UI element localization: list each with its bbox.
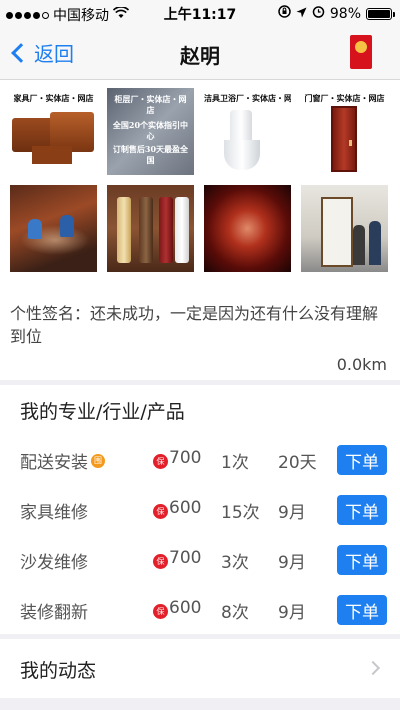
service-count: 8次 [221, 603, 249, 623]
service-name: 沙发维修 [20, 548, 88, 573]
personal-signature: 个性签名：还未成功，一定是因为还有什么没有理解到位 [10, 304, 379, 346]
alarm-icon [312, 5, 325, 22]
service-name: 配送安装 围 [20, 448, 105, 473]
service-name-text: 配送安装 [20, 453, 88, 473]
order-button[interactable]: 下单 [337, 445, 387, 475]
battery-level [368, 9, 390, 18]
chevron-right-icon [365, 660, 381, 676]
service-count: 3次 [221, 553, 249, 573]
photo-caption: 洁具卫浴厂・实体店・网店 [204, 93, 291, 103]
navigation-bar: 返回 赵明 [0, 26, 400, 80]
location-icon [296, 6, 307, 22]
service-time: 20天 [278, 453, 317, 473]
order-button[interactable]: 下单 [337, 495, 387, 525]
battery-percent: 98% [329, 5, 361, 22]
photo-caption: 柜层厂・实体店・网店 [114, 94, 187, 115]
service-time: 9月 [278, 553, 306, 573]
photo-text-line: 全国20个实体指引中心 [112, 120, 189, 141]
service-name: 装修翻新 [20, 598, 88, 623]
service-count: 15次 [221, 503, 260, 523]
service-price: 600 [169, 598, 202, 618]
section-divider [0, 380, 400, 385]
red-packet-icon[interactable] [350, 35, 372, 69]
service-price: 600 [169, 498, 202, 518]
service-price: 700 [169, 548, 202, 568]
service-name-text: 装修翻新 [20, 603, 88, 623]
section-divider [0, 634, 400, 639]
page-title: 赵明 [180, 44, 220, 68]
service-name-text: 家具维修 [20, 503, 88, 523]
service-time: 9月 [278, 603, 306, 623]
photo-caption: 家具厂・实体店・网店 [13, 93, 94, 103]
photo-wood-surface[interactable] [204, 185, 291, 272]
my-activity-row[interactable]: 我的动态 [0, 640, 400, 694]
order-button[interactable]: 下单 [337, 545, 387, 575]
order-button[interactable]: 下单 [337, 595, 387, 625]
status-bar: 中国移动 上午11:17 98% [0, 0, 400, 26]
service-row: 配送安装 围 保 700 1次 20天 下单 [0, 436, 400, 486]
service-name: 家具维修 [20, 498, 88, 523]
service-row: 家具维修 保 600 15次 9月 下单 [0, 486, 400, 536]
red-packet-seal [355, 41, 367, 53]
battery-icon [366, 7, 395, 20]
photo-renovation-room[interactable] [301, 185, 388, 272]
distance-label: 0.0km [336, 355, 387, 374]
services-section-title: 我的专业/行业/产品 [20, 401, 185, 423]
guarantee-badge-icon: 保 [153, 504, 168, 519]
photo-table-repair[interactable] [10, 185, 97, 272]
service-row: 装修翻新 保 600 8次 9月 下单 [0, 586, 400, 636]
service-price: 700 [169, 448, 202, 468]
service-count: 1次 [221, 453, 249, 473]
rotation-lock-icon [278, 5, 291, 22]
service-time: 9月 [278, 503, 306, 523]
photo-gallery: 家具厂・实体店・网店 柜层厂・实体店・网店 全国20个实体指引中心 订制售后30… [10, 88, 390, 272]
my-activity-label: 我的动态 [20, 660, 97, 682]
guarantee-badge-icon: 保 [153, 554, 168, 569]
service-name-text: 沙发维修 [20, 553, 88, 573]
photo-repair-tubes[interactable] [107, 185, 194, 272]
photo-door-factory[interactable]: 门窗厂・实体店・网店 [301, 88, 388, 175]
guarantee-badge-icon: 保 [153, 604, 168, 619]
service-row: 沙发维修 保 700 3次 9月 下单 [0, 536, 400, 586]
photo-furniture-factory[interactable]: 家具厂・实体店・网店 [10, 88, 97, 175]
bottom-divider [0, 698, 400, 710]
photo-text-line: 订制售后30天最盈全国 [112, 144, 189, 165]
guarantee-badge-icon: 保 [153, 454, 168, 469]
photo-sanitary-factory[interactable]: 洁具卫浴厂・实体店・网店 [204, 88, 291, 175]
certified-badge-icon: 围 [91, 453, 105, 468]
photo-caption: 门窗厂・实体店・网店 [304, 93, 385, 103]
photo-cabinet-factory[interactable]: 柜层厂・实体店・网店 全国20个实体指引中心 订制售后30天最盈全国 [107, 88, 194, 175]
status-indicators: 98% [278, 5, 395, 22]
